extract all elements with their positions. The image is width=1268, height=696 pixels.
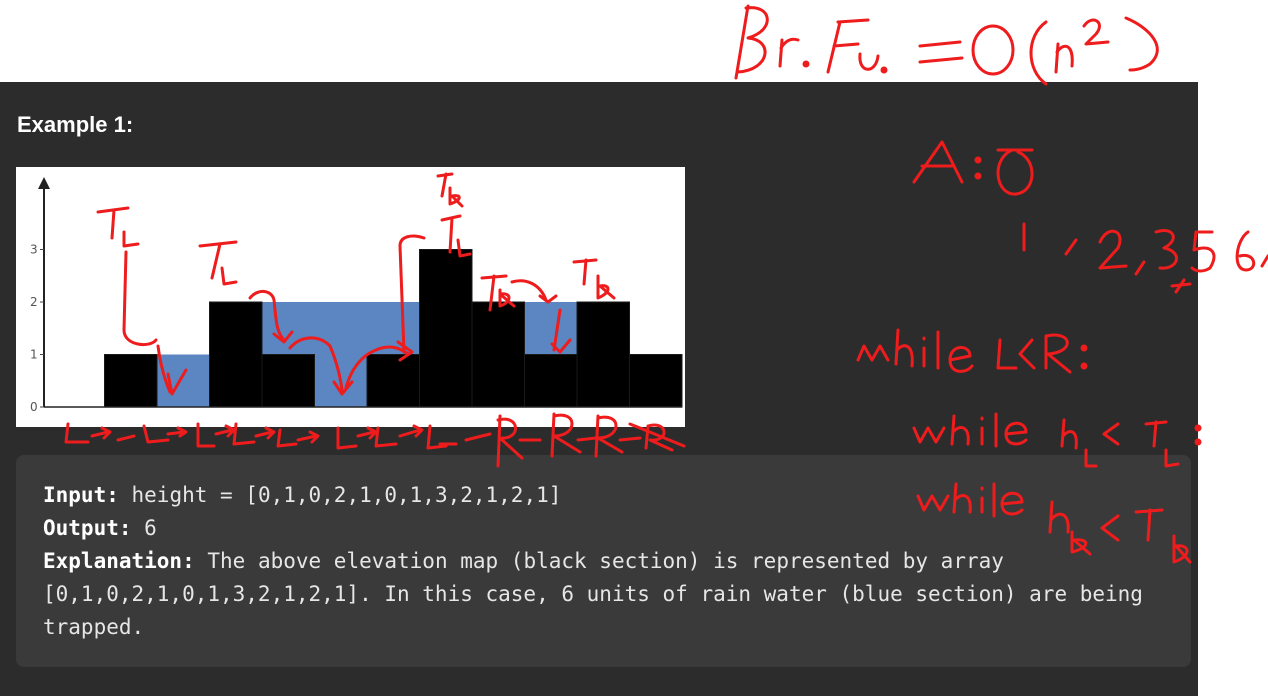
y-tick-label: 0 <box>30 400 38 414</box>
example-text: Input: height = [0,1,0,2,1,0,1,3,2,1,2,1… <box>43 479 1161 644</box>
explanation-text: The above elevation map (black section) … <box>43 549 1156 639</box>
elevation-bar <box>104 354 158 408</box>
elevation-bar <box>366 354 420 408</box>
elevation-bar <box>209 301 263 408</box>
complexity-annotation <box>734 4 1159 86</box>
example-code-block: Input: height = [0,1,0,2,1,0,1,3,2,1,2,1… <box>16 455 1191 667</box>
input-label: Input: <box>43 483 119 507</box>
elevation-bar <box>576 301 630 408</box>
water-bar <box>367 302 420 355</box>
water-bar <box>262 302 315 355</box>
elevation-map-image: 0 1 2 3 <box>16 167 685 427</box>
y-tick-label: 3 <box>30 243 38 257</box>
water-bar <box>524 302 577 355</box>
elevation-bar <box>629 354 683 408</box>
output-value: 6 <box>144 516 157 540</box>
y-axis-arrow <box>38 177 50 189</box>
elevation-bar <box>261 354 315 408</box>
input-value: height = [0,1,0,2,1,0,1,3,2,1,2,1] <box>131 483 562 507</box>
water-bar <box>157 354 210 407</box>
output-label: Output: <box>43 516 132 540</box>
elevation-bar <box>471 301 525 408</box>
y-tick-label: 1 <box>30 348 38 362</box>
elevation-chart: 0 1 2 3 <box>30 177 683 414</box>
y-tick-label: 2 <box>30 295 38 309</box>
example-heading: Example 1: <box>17 112 134 137</box>
water-bar <box>314 302 367 407</box>
elevation-bar <box>524 354 578 408</box>
elevation-bar <box>419 249 473 408</box>
explanation-label: Explanation: <box>43 549 195 573</box>
